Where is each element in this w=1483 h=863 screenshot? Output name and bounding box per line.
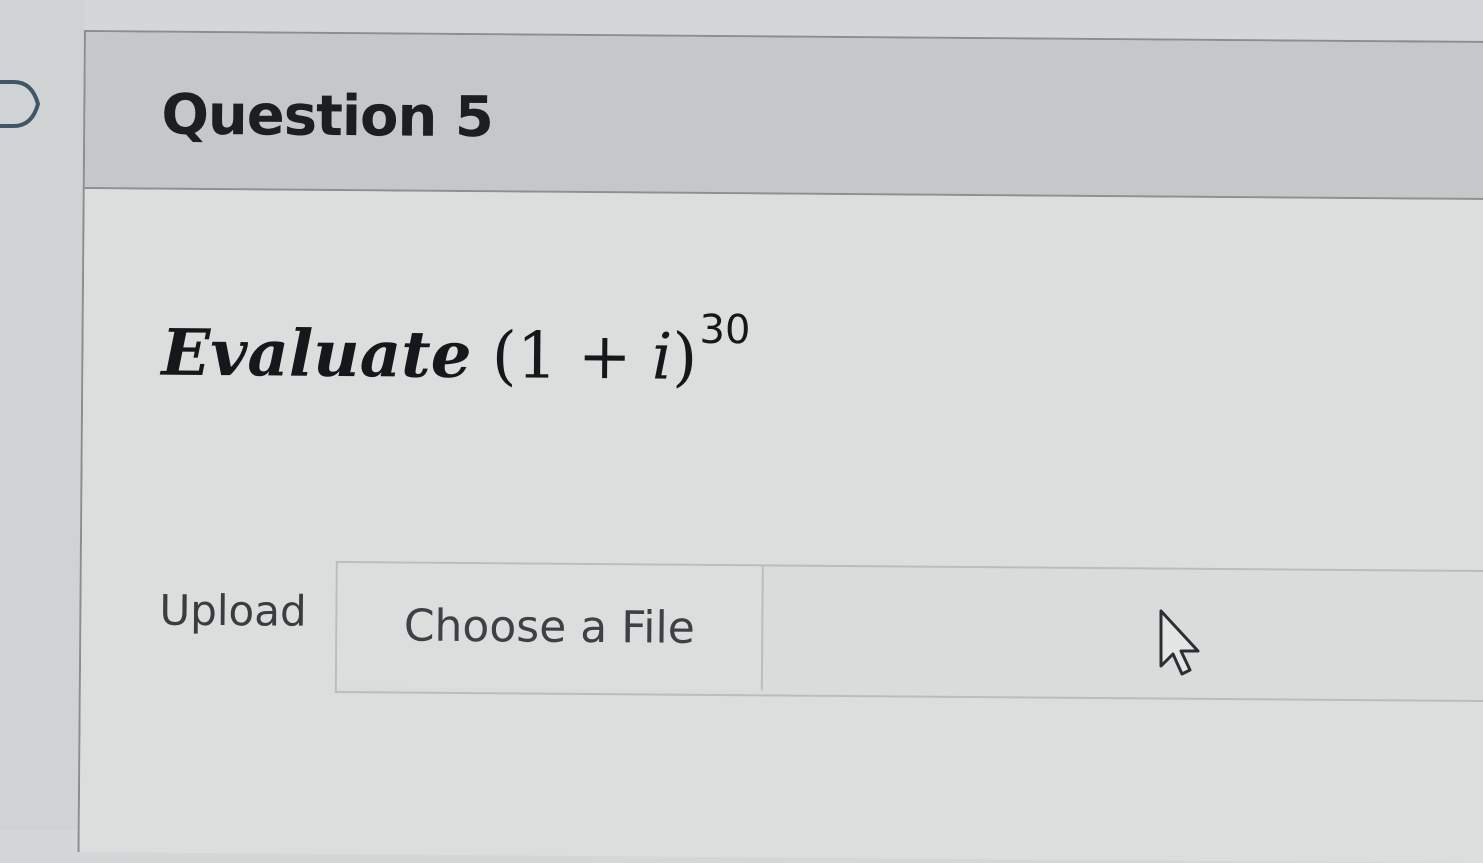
prompt-exponent: 30 [699,306,751,353]
choose-file-button[interactable]: Choose a File [336,563,764,691]
question-panel: Question 5 Evaluate (1 + i)30 Upload Cho… [77,30,1483,863]
file-upload-field[interactable]: Choose a File [334,560,1483,703]
chevron-right-icon[interactable] [0,78,50,130]
prompt-word: Evaluate [161,315,472,394]
question-title: Question 5 [161,82,494,151]
left-gutter [0,0,84,830]
upload-row: Upload Choose a File [159,550,1483,703]
question-body: Evaluate (1 + i)30 Upload Choose a File [79,189,1483,863]
prompt-open: (1 + [491,319,653,395]
prompt-variable: i [651,320,673,395]
upload-label: Upload [159,585,307,636]
question-header: Question 5 [84,32,1483,201]
mouse-cursor-icon [1159,609,1200,676]
question-prompt: Evaluate (1 + i)30 [161,307,750,396]
prompt-close: ) [671,320,698,395]
